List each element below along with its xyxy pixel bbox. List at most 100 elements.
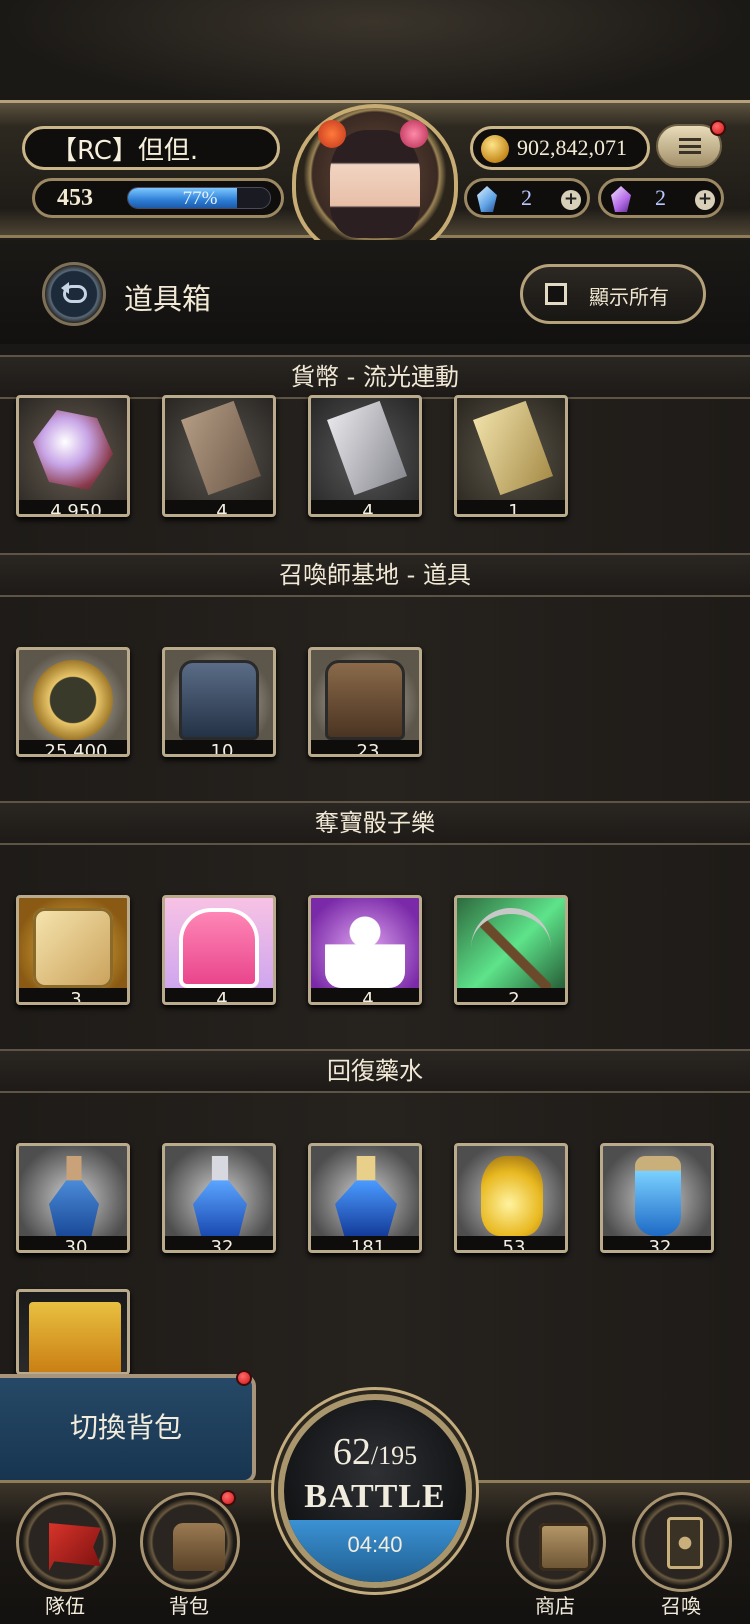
- player-level-plate: 453 77%: [32, 178, 284, 218]
- item-count: 3: [19, 988, 127, 1002]
- switch-bag-button[interactable]: 切換背包: [0, 1370, 256, 1484]
- stamina-timer: 04:40: [347, 1532, 403, 1557]
- notification-dot: [710, 120, 726, 136]
- item-count: 181: [311, 1236, 419, 1250]
- item-count: 32: [603, 1236, 711, 1250]
- item-frame: 10: [162, 647, 276, 757]
- item-slot[interactable]: 4,950: [16, 395, 130, 525]
- bag-icon: [173, 1523, 225, 1571]
- item-count: 4,950: [19, 500, 127, 514]
- nav-circle: [506, 1492, 606, 1592]
- item-slot[interactable]: 32: [162, 1143, 276, 1261]
- item-frame: 4: [162, 395, 276, 517]
- potion-gold-icon: [481, 1156, 543, 1236]
- player-level: 453: [57, 185, 93, 211]
- player-name: 【RC】但但.: [51, 135, 199, 166]
- stamina-display: 62/195: [284, 1430, 466, 1474]
- show-all-toggle[interactable]: 顯示所有: [520, 264, 706, 324]
- item-slot[interactable]: 32: [600, 1143, 714, 1261]
- header-ornament: [0, 0, 750, 110]
- back-button[interactable]: [42, 262, 106, 326]
- snack-bag-icon: [29, 1302, 121, 1372]
- item-count: 32: [165, 1236, 273, 1250]
- item-frame: 4: [308, 895, 422, 1005]
- avatar-flower-left: [318, 120, 346, 148]
- section-header: 回復藥水: [0, 1049, 750, 1093]
- stamina-current: 62: [332, 1431, 371, 1473]
- item-slot[interactable]: 4: [308, 895, 422, 1013]
- nav-team-label: 隊伍: [45, 1594, 85, 1618]
- item-slot[interactable]: 1: [454, 395, 568, 525]
- blue-bag-icon: [179, 660, 259, 740]
- player-name-plate[interactable]: 【RC】但但.: [22, 126, 280, 170]
- item-frame: 3: [16, 895, 130, 1005]
- item-slot[interactable]: 4: [308, 395, 422, 525]
- nav-team-button[interactable]: 隊伍: [10, 1486, 120, 1620]
- item-frame: 4: [308, 395, 422, 517]
- item-frame: 32: [600, 1143, 714, 1253]
- item-count: 30: [19, 1236, 127, 1250]
- item-slot[interactable]: 2: [454, 895, 568, 1013]
- item-count: 4: [311, 988, 419, 1002]
- section-header: 召喚師基地 - 道具: [0, 553, 750, 597]
- item-count: 23: [311, 740, 419, 754]
- show-all-checkbox[interactable]: [545, 283, 567, 305]
- item-count: 2: [457, 988, 565, 1002]
- pickaxe-icon: [471, 908, 551, 988]
- bronze-card-icon: [181, 400, 261, 496]
- add-blue-gem-button[interactable]: +: [561, 190, 581, 210]
- show-all-label: 顯示所有: [589, 285, 669, 309]
- potion-large-icon: [335, 1156, 397, 1236]
- return-arrow-icon: [61, 282, 87, 303]
- item-frame: 4: [162, 895, 276, 1005]
- player-avatar[interactable]: [292, 104, 458, 260]
- item-count: 10: [165, 740, 273, 754]
- nav-circle: [16, 1492, 116, 1592]
- item-count: 53: [457, 1236, 565, 1250]
- item-frame: 181: [308, 1143, 422, 1253]
- nav-circle: [632, 1492, 732, 1592]
- menu-button[interactable]: [656, 120, 726, 168]
- item-slot[interactable]: 25,400: [16, 647, 130, 765]
- crystal-icon: [33, 410, 113, 490]
- item-slot[interactable]: 4: [162, 395, 276, 525]
- battle-label: BATTLE: [304, 1478, 446, 1515]
- nav-summon-button[interactable]: 召喚: [626, 1486, 736, 1620]
- item-slot[interactable]: 4: [162, 895, 276, 1013]
- nav-shop-label: 商店: [535, 1594, 575, 1618]
- switch-bag-label: 切換背包: [69, 1411, 182, 1444]
- muscle-icon: [325, 908, 405, 988]
- add-purple-gem-button[interactable]: +: [695, 190, 715, 210]
- item-frame: 2: [454, 895, 568, 1005]
- xp-bar: 77%: [127, 187, 271, 209]
- item-frame: 4,950: [16, 395, 130, 517]
- dice-icon: [33, 908, 113, 988]
- nav-circle: [140, 1492, 240, 1592]
- section-header: 貨幣 - 流光連動: [0, 355, 750, 399]
- notification-dot: [236, 1370, 252, 1386]
- nav-bag-button[interactable]: 背包: [134, 1486, 244, 1620]
- item-slot[interactable]: 181: [308, 1143, 422, 1261]
- blue-gem-value: 2: [521, 185, 532, 210]
- xp-percent: 77%: [182, 188, 218, 209]
- item-slot[interactable]: 10: [162, 647, 276, 765]
- item-slot[interactable]: 3: [16, 895, 130, 1013]
- battle-button[interactable]: 62/195 BATTLE 04:40: [278, 1394, 472, 1588]
- item-slot[interactable]: 23: [308, 647, 422, 765]
- gold-value: 902,842,071: [517, 135, 627, 160]
- item-slot[interactable]: 30: [16, 1143, 130, 1261]
- gold-card-icon: [473, 400, 553, 496]
- hamburger-icon: [679, 138, 701, 154]
- item-count: 4: [311, 500, 419, 514]
- purple-gem-display: 2 +: [598, 178, 724, 218]
- stamina-max: /195: [370, 1441, 418, 1470]
- summon-card-icon: [667, 1517, 703, 1569]
- item-slot[interactable]: 53: [454, 1143, 568, 1261]
- silver-card-icon: [327, 400, 407, 496]
- nav-summon-label: 召喚: [661, 1594, 701, 1618]
- nav-shop-button[interactable]: 商店: [500, 1486, 610, 1620]
- item-frame: [16, 1289, 130, 1375]
- item-frame: 53: [454, 1143, 568, 1253]
- kawaii-icon: [179, 908, 259, 988]
- potion-bottle-icon: [635, 1156, 681, 1236]
